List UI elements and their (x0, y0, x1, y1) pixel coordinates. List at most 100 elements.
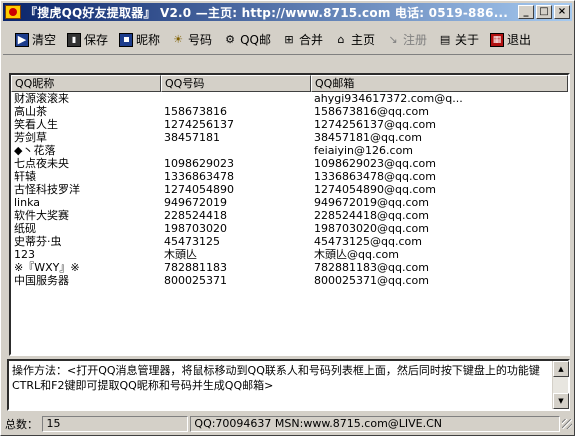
qqnumber-button[interactable]: ☀ 号码 (167, 28, 216, 52)
list-row[interactable]: 芳剑草 38457181 38457181@qq.com (11, 131, 568, 144)
merge-button[interactable]: ⊞ 合并 (278, 28, 327, 52)
list-row[interactable]: 古怪科技罗洋 1274054890 1274054890@qq.com (11, 183, 568, 196)
list-row[interactable]: 七点夜未央 1098629023 1098629023@qq.com (11, 157, 568, 170)
contact-list[interactable]: QQ昵称 QQ号码 QQ邮箱 财源滚滚来 ahygi934617372.com@q… (9, 73, 570, 356)
about-button[interactable]: ▤ 关于 (434, 28, 483, 52)
list-row[interactable]: ※『WXY』※ 782881183 782881183@qq.com (11, 261, 568, 274)
list-row[interactable]: 纸砚 198703020 198703020@qq.com (11, 222, 568, 235)
list-row[interactable]: linka 949672019 949672019@qq.com (11, 196, 568, 209)
cell-nickname: ※『WXY』※ (14, 261, 80, 274)
nickname-icon (119, 32, 134, 47)
save-button[interactable]: ▮ 保存 (63, 28, 112, 52)
cell-qqnumber: 1274054890 (164, 183, 234, 196)
column-header-qqmail[interactable]: QQ邮箱 (311, 75, 568, 92)
about-label: 关于 (455, 33, 480, 47)
total-count: 15 (42, 416, 189, 432)
total-label: 总数： (5, 418, 38, 431)
cell-qqmail: 158673816@qq.com (314, 105, 429, 118)
column-header-qqnumber[interactable]: QQ号码 (161, 75, 311, 92)
cell-qqnumber: 198703020 (164, 222, 227, 235)
minimize-button[interactable]: _ (518, 5, 534, 19)
cell-qqmail: 38457181@qq.com (314, 131, 422, 144)
qqmail-label: QQ邮 (240, 33, 271, 47)
cell-qqnumber (161, 144, 311, 157)
cell-qqmail: 45473125@qq.com (314, 235, 422, 248)
cell-nickname: 中国服务器 (14, 274, 69, 287)
status-bar: 总数： 15 QQ:70094637 MSN:www.8715.com@LIVE… (3, 415, 572, 433)
cell-qqnumber: 1274256137 (164, 118, 234, 131)
qqmail-button[interactable]: ⚙ QQ邮 (219, 28, 275, 52)
cell-qqmail: 木頭亾@qq.com (314, 248, 399, 261)
cell-nickname: 芳剑草 (14, 131, 47, 144)
window-title: 『搜虎QQ好友提取器』 V2.0 —主页: http://www.8715.co… (25, 5, 508, 20)
exit-label: 退出 (507, 33, 532, 47)
register-icon: ↘ (388, 32, 398, 46)
main-window: 『搜虎QQ好友提取器』 V2.0 —主页: http://www.8715.co… (0, 0, 575, 436)
cell-nickname: 笑看人生 (14, 118, 58, 131)
maximize-button[interactable]: □ (536, 5, 552, 19)
cell-qqmail: 198703020@qq.com (314, 222, 429, 235)
cell-qqnumber: 158673816 (164, 105, 227, 118)
list-row[interactable]: 中国服务器 800025371 800025371@qq.com (11, 274, 568, 287)
exit-button[interactable]: ▦ 退出 (486, 28, 535, 52)
qqnumber-label: 号码 (188, 33, 213, 47)
cell-qqmail: 1274256137@qq.com (314, 118, 436, 131)
cell-qqnumber (161, 92, 311, 105)
cell-qqnumber: 38457181 (164, 131, 220, 144)
cell-qqmail: 800025371@qq.com (314, 274, 429, 287)
register-button[interactable]: ↘ 注册 (382, 28, 431, 52)
instructions-scrollbar[interactable]: ▲ ▼ (552, 361, 569, 409)
register-label: 注册 (403, 33, 428, 47)
list-row[interactable]: 笑看人生 1274256137 1274256137@qq.com (11, 118, 568, 131)
list-row[interactable]: 软件大奖赛 228524418 228524418@qq.com (11, 209, 568, 222)
list-row[interactable]: 史蒂芬·虫 45473125 45473125@qq.com (11, 235, 568, 248)
clear-icon: ▶ (15, 32, 29, 47)
cell-qqmail: feiaiyin@126.com (314, 144, 414, 157)
list-row[interactable]: 轩辕 1336863478 1336863478@qq.com (11, 170, 568, 183)
contact-info: QQ:70094637 MSN:www.8715.com@LIVE.CN (190, 416, 561, 432)
list-header: QQ昵称 QQ号码 QQ邮箱 (11, 75, 568, 92)
cell-qqmail: 1274054890@qq.com (314, 183, 436, 196)
cell-nickname: 史蒂芬·虫 (14, 235, 62, 248)
nickname-button[interactable]: 昵称 (115, 28, 164, 52)
instructions-box[interactable]: 操作方法：<打开QQ消息管理器，将鼠标移动到QQ联系人和号码列表框上面，然后同时… (7, 359, 570, 411)
cell-nickname: linka (14, 196, 41, 209)
merge-label: 合并 (298, 33, 323, 47)
cell-qqnumber: 木頭亾 (164, 248, 197, 261)
list-row[interactable]: 高山茶 158673816 158673816@qq.com (11, 105, 568, 118)
cell-qqnumber: 1098629023 (164, 157, 234, 170)
cell-qqmail: 1098629023@qq.com (314, 157, 436, 170)
cell-qqnumber: 228524418 (164, 209, 227, 222)
close-button[interactable]: × (554, 5, 570, 19)
scroll-up-icon[interactable]: ▲ (553, 361, 569, 377)
column-header-nickname[interactable]: QQ昵称 (11, 75, 161, 92)
home-icon: ⌂ (337, 32, 345, 46)
window-controls: _ □ × (518, 5, 570, 19)
clear-button[interactable]: ▶ 清空 (11, 28, 60, 52)
cell-qqnumber: 1336863478 (164, 170, 234, 183)
toolbar: ▶ 清空 ▮ 保存 昵称 ☀ 号码 ⚙ QQ邮 ⊞ 合并 ⌂ 主页 ↘ 注册 ▤… (3, 25, 572, 55)
home-label: 主页 (350, 33, 375, 47)
cell-nickname: 古怪科技罗洋 (14, 183, 80, 196)
clear-label: 清空 (32, 33, 57, 47)
cell-qqnumber: 800025371 (164, 274, 227, 287)
resize-grip-icon[interactable] (562, 419, 572, 429)
list-row[interactable]: 123 木頭亾 木頭亾@qq.com (11, 248, 568, 261)
about-icon: ▤ (439, 32, 451, 46)
cell-nickname: 轩辕 (14, 170, 36, 183)
instructions-text: 操作方法：<打开QQ消息管理器，将鼠标移动到QQ联系人和号码列表框上面，然后同时… (12, 364, 540, 392)
gear-icon: ⚙ (225, 32, 235, 46)
cell-qqmail: 1336863478@qq.com (314, 170, 436, 183)
cell-qqnumber: 949672019 (164, 196, 227, 209)
cell-qqnumber: 782881183 (164, 261, 227, 274)
scroll-down-icon[interactable]: ▼ (553, 393, 569, 409)
cell-nickname: 纸砚 (14, 222, 36, 235)
bulb-icon: ☀ (173, 32, 183, 46)
cell-qqmail: 949672019@qq.com (314, 196, 429, 209)
list-row[interactable]: ◆丶花落 feiaiyin@126.com (11, 144, 568, 157)
list-row[interactable]: 财源滚滚来 ahygi934617372.com@q... (11, 92, 568, 105)
home-button[interactable]: ⌂ 主页 (330, 28, 379, 52)
exit-icon: ▦ (490, 32, 505, 47)
save-label: 保存 (84, 33, 109, 47)
title-bar[interactable]: 『搜虎QQ好友提取器』 V2.0 —主页: http://www.8715.co… (3, 3, 572, 21)
